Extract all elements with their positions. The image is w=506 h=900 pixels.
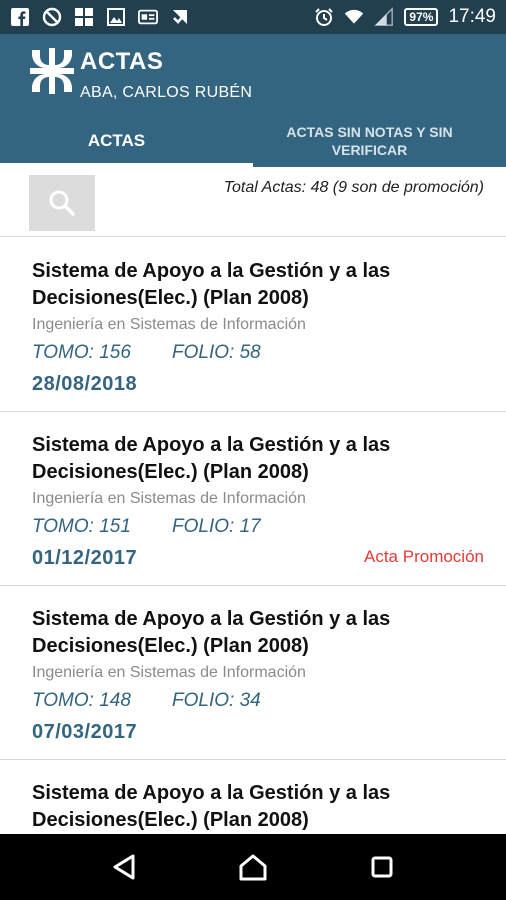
battery-indicator: 97%	[404, 8, 439, 26]
wifi-icon	[344, 7, 364, 27]
acta-date: 28/08/2018	[32, 373, 138, 395]
list-item[interactable]: Sistema de Apoyo a la Gestión y a las De…	[0, 238, 506, 412]
acta-folio: FOLIO: 58	[172, 342, 261, 363]
acta-tomo: TOMO: 151	[32, 516, 131, 537]
blocked-icon	[42, 7, 62, 27]
actas-list: Sistema de Apoyo a la Gestión y a las De…	[0, 238, 506, 900]
acta-subject: Sistema de Apoyo a la Gestión y a las De…	[32, 260, 391, 309]
status-bar: 97% 17:49	[0, 0, 506, 34]
acta-promocion-badge: Acta Promoción	[364, 547, 484, 566]
home-icon	[239, 854, 267, 881]
screen: 97% 17:49 ACTAS ABA, CARLOS RUBÉN ACTAS …	[0, 0, 506, 900]
acta-date: 01/12/2017	[32, 547, 138, 569]
recents-icon	[371, 856, 393, 878]
image-icon	[106, 7, 126, 27]
acta-career: Ingeniería en Sistemas de Información	[32, 490, 306, 507]
back-icon	[113, 854, 135, 880]
check-icon	[170, 7, 190, 27]
utn-logo-icon	[30, 48, 74, 94]
home-button[interactable]	[233, 847, 273, 887]
signal-icon	[374, 7, 394, 27]
list-item[interactable]: Sistema de Apoyo a la Gestión y a las De…	[0, 586, 506, 760]
acta-career: Ingeniería en Sistemas de Información	[32, 316, 306, 333]
total-actas-text: Total Actas: 48 (9 son de promoción)	[223, 179, 484, 196]
search-row: Total Actas: 48 (9 son de promoción)	[0, 167, 506, 237]
acta-subject: Sistema de Apoyo a la Gestión y a las De…	[32, 782, 391, 831]
acta-tomo: TOMO: 148	[32, 690, 131, 711]
acta-subject: Sistema de Apoyo a la Gestión y a las De…	[32, 608, 391, 657]
app-title: ACTAS	[80, 48, 164, 75]
clock: 17:49	[448, 6, 496, 27]
list-item[interactable]: Sistema de Apoyo a la Gestión y a las De…	[0, 412, 506, 586]
tab-actas-label: ACTAS	[87, 130, 146, 150]
windows-icon	[74, 7, 94, 27]
facebook-icon	[10, 7, 30, 27]
acta-subject: Sistema de Apoyo a la Gestión y a las De…	[32, 434, 391, 483]
tab-actas-sin-notas-label: ACTAS SIN NOTAS Y SIN VERIFICAR	[286, 123, 453, 158]
tab-actas-sin-notas[interactable]: ACTAS SIN NOTAS Y SIN VERIFICAR	[233, 114, 506, 167]
alarm-icon	[314, 7, 334, 27]
tab-actas[interactable]: ACTAS	[0, 114, 253, 167]
back-button[interactable]	[104, 847, 144, 887]
acta-folio: FOLIO: 34	[172, 690, 261, 711]
acta-career: Ingeniería en Sistemas de Información	[32, 664, 306, 681]
acta-folio: FOLIO: 17	[172, 516, 261, 537]
card-icon	[138, 7, 158, 27]
search-icon	[49, 190, 75, 216]
acta-tomo: TOMO: 156	[32, 342, 131, 363]
recents-button[interactable]	[362, 847, 402, 887]
tab-bar: ACTAS ACTAS SIN NOTAS Y SIN VERIFICAR	[0, 114, 506, 167]
acta-date: 07/03/2017	[32, 721, 138, 743]
app-bar: ACTAS ABA, CARLOS RUBÉN	[0, 34, 506, 114]
navigation-bar	[0, 834, 506, 900]
search-button[interactable]	[29, 175, 95, 231]
app-subtitle: ABA, CARLOS RUBÉN	[80, 84, 253, 101]
